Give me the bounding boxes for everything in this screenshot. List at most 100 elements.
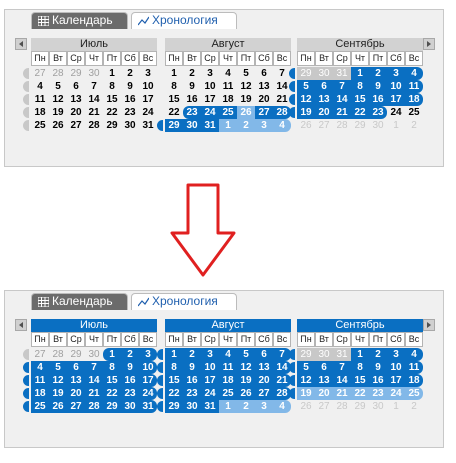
day-cell[interactable]: 1 (103, 67, 121, 80)
day-cell[interactable]: 29 (165, 119, 183, 132)
day-cell[interactable]: 9 (183, 80, 201, 93)
day-cell[interactable]: 12 (49, 374, 67, 387)
day-cell[interactable]: 20 (255, 93, 273, 106)
day-cell[interactable]: 23 (183, 106, 201, 119)
day-cell[interactable]: 18 (31, 106, 49, 119)
day-cell[interactable]: 19 (237, 93, 255, 106)
day-cell[interactable]: 27 (255, 106, 273, 119)
week-select-marker[interactable] (23, 401, 29, 412)
day-cell[interactable]: 30 (315, 67, 333, 80)
day-cell[interactable]: 31 (139, 400, 157, 413)
day-cell[interactable]: 1 (103, 348, 121, 361)
day-cell[interactable]: 16 (121, 93, 139, 106)
day-cell[interactable]: 19 (297, 106, 315, 119)
prev-month-button[interactable] (15, 319, 27, 331)
day-cell[interactable]: 5 (297, 361, 315, 374)
day-cell[interactable]: 5 (297, 80, 315, 93)
day-cell[interactable]: 11 (31, 374, 49, 387)
day-cell[interactable]: 30 (121, 400, 139, 413)
day-cell[interactable]: 18 (31, 387, 49, 400)
day-cell[interactable]: 1 (351, 348, 369, 361)
day-cell[interactable]: 4 (219, 348, 237, 361)
day-cell[interactable]: 16 (121, 374, 139, 387)
day-cell[interactable]: 23 (369, 387, 387, 400)
month-header[interactable]: Сентябрь (297, 38, 423, 51)
tab-calendar[interactable]: Календарь (31, 293, 128, 310)
day-cell[interactable]: 2 (369, 348, 387, 361)
day-cell[interactable]: 6 (315, 80, 333, 93)
day-cell[interactable]: 15 (351, 93, 369, 106)
week-select-marker[interactable] (23, 68, 29, 79)
day-cell[interactable]: 20 (67, 387, 85, 400)
day-cell[interactable]: 10 (201, 80, 219, 93)
day-cell[interactable]: 16 (369, 374, 387, 387)
week-select-marker[interactable] (157, 401, 163, 412)
day-cell[interactable]: 31 (201, 400, 219, 413)
day-cell[interactable]: 17 (387, 93, 405, 106)
week-select-marker[interactable] (157, 388, 163, 399)
week-select-marker[interactable] (289, 107, 295, 118)
day-cell[interactable]: 1 (387, 119, 405, 132)
day-cell[interactable]: 24 (201, 387, 219, 400)
day-cell[interactable]: 16 (183, 93, 201, 106)
day-cell[interactable]: 25 (405, 106, 423, 119)
day-cell[interactable]: 2 (183, 67, 201, 80)
day-cell[interactable]: 2 (369, 67, 387, 80)
day-cell[interactable]: 1 (219, 119, 237, 132)
month-header[interactable]: Август (165, 319, 291, 332)
day-cell[interactable]: 13 (315, 93, 333, 106)
week-select-marker[interactable] (289, 94, 295, 105)
day-cell[interactable]: 10 (387, 361, 405, 374)
day-cell[interactable]: 14 (333, 374, 351, 387)
day-cell[interactable]: 22 (351, 387, 369, 400)
day-cell[interactable]: 2 (237, 400, 255, 413)
day-cell[interactable]: 27 (31, 67, 49, 80)
day-cell[interactable]: 27 (315, 119, 333, 132)
day-cell[interactable]: 7 (333, 80, 351, 93)
day-cell[interactable]: 2 (121, 67, 139, 80)
day-cell[interactable]: 4 (31, 80, 49, 93)
day-cell[interactable]: 4 (405, 67, 423, 80)
day-cell[interactable]: 2 (183, 348, 201, 361)
day-cell[interactable]: 26 (237, 106, 255, 119)
day-cell[interactable]: 18 (405, 374, 423, 387)
day-cell[interactable]: 20 (255, 374, 273, 387)
day-cell[interactable]: 11 (405, 361, 423, 374)
day-cell[interactable]: 7 (333, 361, 351, 374)
day-cell[interactable]: 27 (67, 119, 85, 132)
day-cell[interactable]: 19 (237, 374, 255, 387)
week-select-marker[interactable] (23, 362, 29, 373)
day-cell[interactable]: 21 (85, 106, 103, 119)
day-cell[interactable]: 17 (139, 374, 157, 387)
day-cell[interactable]: 15 (351, 374, 369, 387)
day-cell[interactable]: 21 (333, 106, 351, 119)
day-cell[interactable]: 29 (67, 67, 85, 80)
day-cell[interactable]: 26 (297, 119, 315, 132)
week-select-marker[interactable] (157, 349, 163, 360)
week-select-marker[interactable] (23, 94, 29, 105)
day-cell[interactable]: 27 (31, 348, 49, 361)
day-cell[interactable]: 15 (103, 374, 121, 387)
prev-month-button[interactable] (15, 38, 27, 50)
day-cell[interactable]: 8 (351, 80, 369, 93)
day-cell[interactable]: 19 (49, 106, 67, 119)
day-cell[interactable]: 4 (273, 119, 291, 132)
day-cell[interactable]: 4 (219, 67, 237, 80)
day-cell[interactable]: 14 (85, 374, 103, 387)
day-cell[interactable]: 31 (139, 119, 157, 132)
day-cell[interactable]: 10 (139, 80, 157, 93)
day-cell[interactable]: 3 (139, 348, 157, 361)
day-cell[interactable]: 13 (67, 374, 85, 387)
day-cell[interactable]: 18 (219, 374, 237, 387)
month-header[interactable]: Сентябрь (297, 319, 423, 332)
day-cell[interactable]: 17 (201, 93, 219, 106)
day-cell[interactable]: 7 (85, 80, 103, 93)
day-cell[interactable]: 1 (165, 67, 183, 80)
day-cell[interactable]: 27 (255, 387, 273, 400)
day-cell[interactable]: 11 (31, 93, 49, 106)
day-cell[interactable]: 28 (49, 67, 67, 80)
day-cell[interactable]: 21 (333, 387, 351, 400)
day-cell[interactable]: 22 (165, 106, 183, 119)
day-cell[interactable]: 1 (351, 67, 369, 80)
week-select-marker[interactable] (289, 362, 295, 373)
